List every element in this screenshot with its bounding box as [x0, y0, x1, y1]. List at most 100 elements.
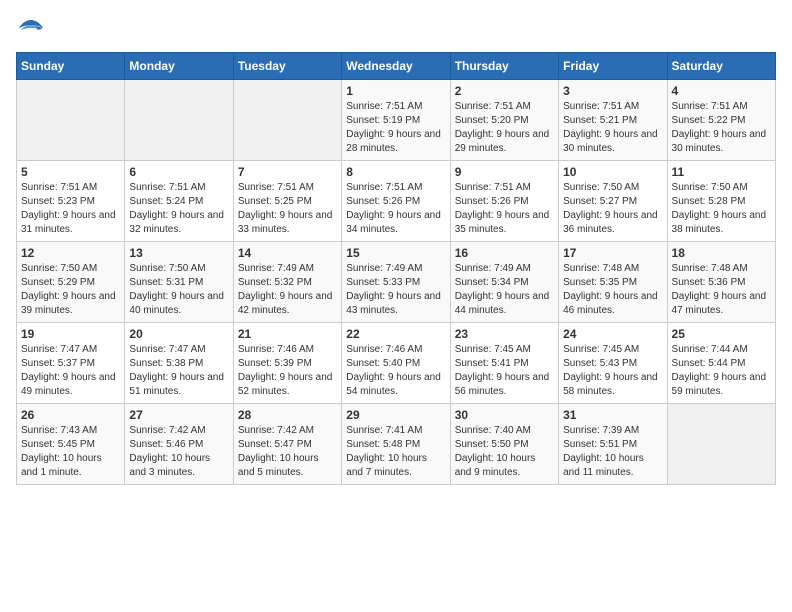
col-wednesday: Wednesday	[342, 53, 450, 80]
day-info: Sunrise: 7:51 AMSunset: 5:22 PMDaylight:…	[672, 101, 767, 154]
day-number: 31	[563, 408, 662, 422]
day-number: 18	[672, 246, 771, 260]
calendar-cell	[17, 80, 125, 161]
page-header	[16, 16, 776, 40]
day-info: Sunrise: 7:49 AMSunset: 5:33 PMDaylight:…	[346, 263, 441, 316]
col-saturday: Saturday	[667, 53, 775, 80]
day-number: 11	[672, 165, 771, 179]
logo	[16, 16, 50, 40]
day-number: 1	[346, 84, 445, 98]
day-info: Sunrise: 7:41 AMSunset: 5:48 PMDaylight:…	[346, 425, 427, 478]
calendar-week-row: 12 Sunrise: 7:50 AMSunset: 5:29 PMDayligh…	[17, 242, 776, 323]
day-info: Sunrise: 7:48 AMSunset: 5:35 PMDaylight:…	[563, 263, 658, 316]
day-info: Sunrise: 7:49 AMSunset: 5:34 PMDaylight:…	[455, 263, 550, 316]
day-number: 2	[455, 84, 554, 98]
day-info: Sunrise: 7:44 AMSunset: 5:44 PMDaylight:…	[672, 344, 767, 397]
day-info: Sunrise: 7:46 AMSunset: 5:39 PMDaylight:…	[238, 344, 333, 397]
day-number: 9	[455, 165, 554, 179]
calendar-week-row: 5 Sunrise: 7:51 AMSunset: 5:23 PMDaylight…	[17, 161, 776, 242]
day-info: Sunrise: 7:47 AMSunset: 5:37 PMDaylight:…	[21, 344, 116, 397]
calendar-cell: 22 Sunrise: 7:46 AMSunset: 5:40 PMDayligh…	[342, 323, 450, 404]
day-number: 13	[129, 246, 228, 260]
day-number: 19	[21, 327, 120, 341]
day-info: Sunrise: 7:45 AMSunset: 5:41 PMDaylight:…	[455, 344, 550, 397]
calendar-cell: 7 Sunrise: 7:51 AMSunset: 5:25 PMDaylight…	[233, 161, 341, 242]
calendar-cell: 5 Sunrise: 7:51 AMSunset: 5:23 PMDaylight…	[17, 161, 125, 242]
day-info: Sunrise: 7:50 AMSunset: 5:31 PMDaylight:…	[129, 263, 224, 316]
day-info: Sunrise: 7:40 AMSunset: 5:50 PMDaylight:…	[455, 425, 536, 478]
day-info: Sunrise: 7:51 AMSunset: 5:26 PMDaylight:…	[346, 182, 441, 235]
calendar-week-row: 19 Sunrise: 7:47 AMSunset: 5:37 PMDayligh…	[17, 323, 776, 404]
calendar-cell: 3 Sunrise: 7:51 AMSunset: 5:21 PMDaylight…	[559, 80, 667, 161]
day-number: 24	[563, 327, 662, 341]
day-number: 21	[238, 327, 337, 341]
day-info: Sunrise: 7:48 AMSunset: 5:36 PMDaylight:…	[672, 263, 767, 316]
day-info: Sunrise: 7:51 AMSunset: 5:24 PMDaylight:…	[129, 182, 224, 235]
day-info: Sunrise: 7:43 AMSunset: 5:45 PMDaylight:…	[21, 425, 102, 478]
day-info: Sunrise: 7:42 AMSunset: 5:47 PMDaylight:…	[238, 425, 319, 478]
calendar-cell: 24 Sunrise: 7:45 AMSunset: 5:43 PMDayligh…	[559, 323, 667, 404]
day-number: 29	[346, 408, 445, 422]
day-info: Sunrise: 7:51 AMSunset: 5:21 PMDaylight:…	[563, 101, 658, 154]
day-info: Sunrise: 7:50 AMSunset: 5:29 PMDaylight:…	[21, 263, 116, 316]
day-info: Sunrise: 7:51 AMSunset: 5:26 PMDaylight:…	[455, 182, 550, 235]
calendar-cell: 2 Sunrise: 7:51 AMSunset: 5:20 PMDaylight…	[450, 80, 558, 161]
calendar-cell: 31Sunrise: 7:39 AMSunset: 5:51 PMDayligh…	[559, 404, 667, 485]
day-info: Sunrise: 7:46 AMSunset: 5:40 PMDaylight:…	[346, 344, 441, 397]
calendar-cell: 30 Sunrise: 7:40 AMSunset: 5:50 PMDayligh…	[450, 404, 558, 485]
day-number: 22	[346, 327, 445, 341]
calendar-cell: 17 Sunrise: 7:48 AMSunset: 5:35 PMDayligh…	[559, 242, 667, 323]
calendar-cell	[233, 80, 341, 161]
day-info: Sunrise: 7:47 AMSunset: 5:38 PMDaylight:…	[129, 344, 224, 397]
calendar-cell	[667, 404, 775, 485]
calendar-cell: 25 Sunrise: 7:44 AMSunset: 5:44 PMDayligh…	[667, 323, 775, 404]
calendar-cell: 20Sunrise: 7:47 AMSunset: 5:38 PMDayligh…	[125, 323, 233, 404]
col-friday: Friday	[559, 53, 667, 80]
day-number: 23	[455, 327, 554, 341]
day-number: 7	[238, 165, 337, 179]
calendar-cell: 1 Sunrise: 7:51 AMSunset: 5:19 PMDaylight…	[342, 80, 450, 161]
day-info: Sunrise: 7:50 AMSunset: 5:28 PMDaylight:…	[672, 182, 767, 235]
col-monday: Monday	[125, 53, 233, 80]
calendar-cell: 8 Sunrise: 7:51 AMSunset: 5:26 PMDaylight…	[342, 161, 450, 242]
day-info: Sunrise: 7:45 AMSunset: 5:43 PMDaylight:…	[563, 344, 658, 397]
day-info: Sunrise: 7:51 AMSunset: 5:20 PMDaylight:…	[455, 101, 550, 154]
calendar-cell: 11 Sunrise: 7:50 AMSunset: 5:28 PMDayligh…	[667, 161, 775, 242]
day-info: Sunrise: 7:51 AMSunset: 5:19 PMDaylight:…	[346, 101, 441, 154]
day-info: Sunrise: 7:49 AMSunset: 5:32 PMDaylight:…	[238, 263, 333, 316]
day-number: 16	[455, 246, 554, 260]
calendar-cell: 18 Sunrise: 7:48 AMSunset: 5:36 PMDayligh…	[667, 242, 775, 323]
calendar-cell: 13 Sunrise: 7:50 AMSunset: 5:31 PMDayligh…	[125, 242, 233, 323]
calendar-header: Sunday Monday Tuesday Wednesday Thursday…	[17, 53, 776, 80]
day-number: 8	[346, 165, 445, 179]
calendar-cell	[125, 80, 233, 161]
calendar-cell: 9 Sunrise: 7:51 AMSunset: 5:26 PMDaylight…	[450, 161, 558, 242]
calendar-cell: 26 Sunrise: 7:43 AMSunset: 5:45 PMDayligh…	[17, 404, 125, 485]
day-number: 25	[672, 327, 771, 341]
day-number: 26	[21, 408, 120, 422]
day-number: 3	[563, 84, 662, 98]
day-number: 5	[21, 165, 120, 179]
col-tuesday: Tuesday	[233, 53, 341, 80]
day-info: Sunrise: 7:51 AMSunset: 5:25 PMDaylight:…	[238, 182, 333, 235]
header-row: Sunday Monday Tuesday Wednesday Thursday…	[17, 53, 776, 80]
calendar-cell: 29 Sunrise: 7:41 AMSunset: 5:48 PMDayligh…	[342, 404, 450, 485]
day-info: Sunrise: 7:51 AMSunset: 5:23 PMDaylight:…	[21, 182, 116, 235]
calendar-cell: 15Sunrise: 7:49 AMSunset: 5:33 PMDayligh…	[342, 242, 450, 323]
day-number: 10	[563, 165, 662, 179]
day-number: 17	[563, 246, 662, 260]
day-number: 28	[238, 408, 337, 422]
day-number: 30	[455, 408, 554, 422]
day-number: 12	[21, 246, 120, 260]
calendar-table: Sunday Monday Tuesday Wednesday Thursday…	[16, 52, 776, 485]
calendar-cell: 12 Sunrise: 7:50 AMSunset: 5:29 PMDayligh…	[17, 242, 125, 323]
calendar-week-row: 1 Sunrise: 7:51 AMSunset: 5:19 PMDaylight…	[17, 80, 776, 161]
calendar-cell: 23 Sunrise: 7:45 AMSunset: 5:41 PMDayligh…	[450, 323, 558, 404]
calendar-cell: 19 Sunrise: 7:47 AMSunset: 5:37 PMDayligh…	[17, 323, 125, 404]
calendar-cell: 27Sunrise: 7:42 AMSunset: 5:46 PMDayligh…	[125, 404, 233, 485]
day-number: 14	[238, 246, 337, 260]
calendar-cell: 16 Sunrise: 7:49 AMSunset: 5:34 PMDayligh…	[450, 242, 558, 323]
col-sunday: Sunday	[17, 53, 125, 80]
calendar-cell: 4Sunrise: 7:51 AMSunset: 5:22 PMDaylight…	[667, 80, 775, 161]
day-number: 27	[129, 408, 228, 422]
